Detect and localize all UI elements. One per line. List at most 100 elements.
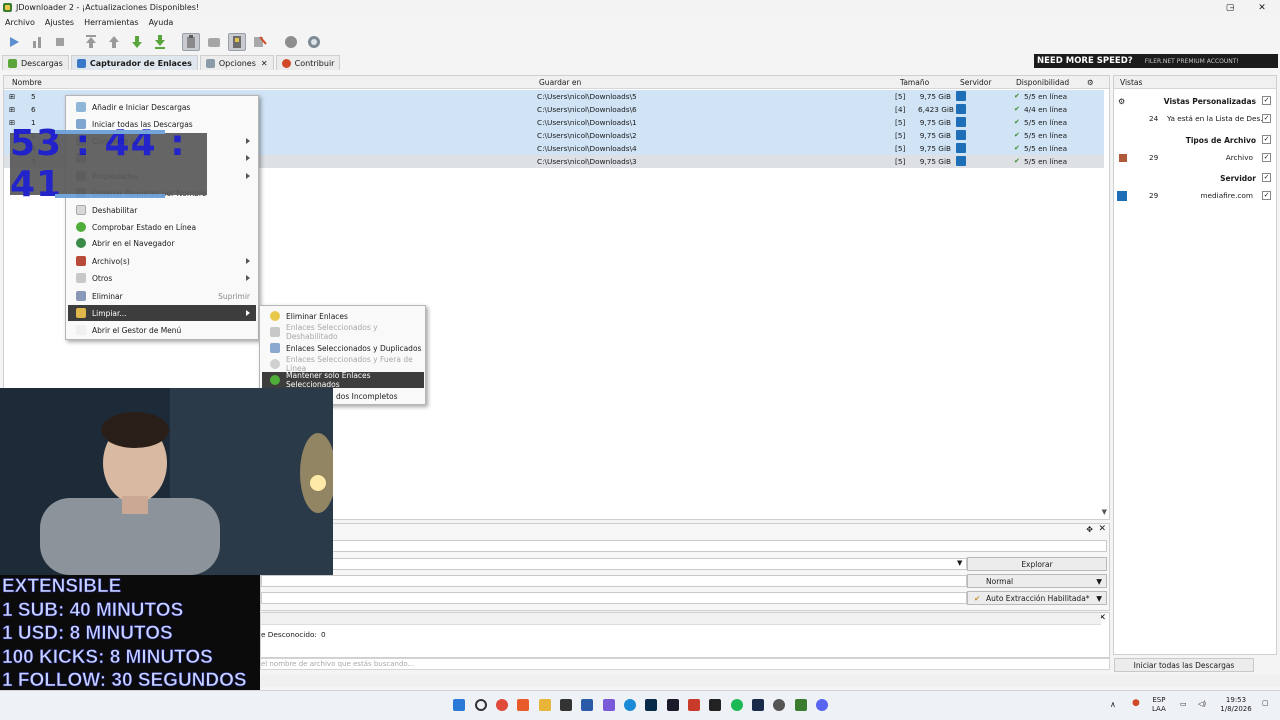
clock[interactable]: 19:53 1/8/2026: [1218, 696, 1254, 714]
col-name[interactable]: Nombre: [12, 78, 42, 87]
menu-ayuda[interactable]: Ayuda: [144, 18, 179, 27]
expand-icon[interactable]: ⊞: [9, 92, 15, 101]
menu-archivo[interactable]: Archivo: [0, 18, 40, 27]
close-button[interactable]: ✕: [1247, 0, 1277, 15]
clipboard-monitor-icon[interactable]: [182, 32, 200, 51]
menu-ajustes[interactable]: Ajustes: [40, 18, 79, 27]
terminal-icon[interactable]: [560, 699, 572, 711]
language-indicator[interactable]: ESP LAA: [1152, 696, 1166, 714]
search-icon[interactable]: [475, 699, 487, 711]
reconnect-icon[interactable]: [205, 33, 223, 51]
move-up-icon[interactable]: [105, 33, 123, 51]
col-size[interactable]: Tamaño: [900, 78, 929, 87]
close-tab-icon[interactable]: ✕: [261, 59, 268, 68]
priority-value: Normal: [986, 576, 1014, 586]
explore-button[interactable]: Explorar: [967, 557, 1107, 571]
notification-icon[interactable]: ▢: [1262, 699, 1269, 708]
network-icon[interactable]: ▭: [1180, 700, 1187, 709]
premium-icon[interactable]: [228, 32, 246, 51]
world-settings-icon[interactable]: [305, 33, 323, 51]
priority-select[interactable]: Normal ▼: [967, 574, 1107, 588]
tab-descargas[interactable]: Descargas: [2, 55, 69, 70]
discord-icon[interactable]: [816, 699, 828, 711]
windows-start-icon[interactable]: [453, 699, 465, 711]
silent-mode-icon[interactable]: [251, 33, 269, 51]
menu-check-online[interactable]: Comprobar Estado en Línea: [68, 219, 256, 235]
menu-delete[interactable]: Eliminar Suprimir: [68, 288, 256, 304]
goal-line: EXTENSIBLE: [2, 576, 122, 598]
menu-open-menu-manager[interactable]: Abrir el Gestor de Menú: [68, 322, 256, 338]
col-availability[interactable]: Disponibilidad: [1016, 78, 1069, 87]
stop-icon[interactable]: [51, 33, 69, 51]
explore-label: Explorar: [1021, 559, 1053, 569]
extract-select[interactable]: ✔ Auto Extracción Habilitada* ▼: [967, 591, 1107, 605]
comment-field[interactable]: [261, 575, 967, 587]
menu-others[interactable]: Otros: [68, 270, 256, 286]
filter-item[interactable]: 29 mediafire.com ✓: [1114, 190, 1276, 202]
microphone-icon[interactable]: ●: [1132, 699, 1140, 708]
filter-item[interactable]: 24 Ya está en la Lista de Des... ✓: [1114, 113, 1276, 125]
submenu-selected-offline[interactable]: Enlaces Seleccionados y Fuera de Línea: [262, 355, 424, 373]
chrome-icon[interactable]: [496, 699, 508, 711]
menu-clean[interactable]: Limpiar...: [68, 305, 256, 321]
submenu-selected-disabled[interactable]: Enlaces Seleccionados y Deshabilitado: [262, 323, 424, 341]
dropdown-arrow-icon[interactable]: ▼: [957, 559, 962, 567]
server-checkbox[interactable]: ✓: [1262, 173, 1271, 182]
remove-links-icon: [270, 311, 280, 321]
save-path: C:\Users\nicol\Downloads\5: [537, 92, 637, 101]
promo-banner[interactable]: NEED MORE SPEED? FILER.NET PREMIUM ACCOU…: [1034, 54, 1278, 68]
column-settings-icon[interactable]: ⚙: [1087, 78, 1094, 87]
app-icon[interactable]: [688, 699, 700, 711]
play-icon[interactable]: [5, 33, 23, 51]
file-explorer-icon[interactable]: [539, 699, 551, 711]
spotify-icon[interactable]: [731, 699, 743, 711]
filter-checkbox[interactable]: ✓: [1262, 191, 1271, 200]
file-types-checkbox[interactable]: ✓: [1262, 135, 1271, 144]
move-bottom-icon[interactable]: [151, 33, 169, 51]
close-panel-icon[interactable]: ✕: [1098, 524, 1106, 534]
menu-add-and-start[interactable]: Añadir e Iniciar Descargas: [68, 99, 256, 115]
pin-icon[interactable]: ✥: [1086, 525, 1093, 534]
jdownloader-taskbar-icon[interactable]: [795, 699, 807, 711]
steam-icon[interactable]: [752, 699, 764, 711]
save-to-field[interactable]: [261, 558, 967, 570]
filter-checkbox[interactable]: ✓: [1262, 114, 1271, 123]
edge-icon[interactable]: [624, 699, 636, 711]
availability: 4/4 en línea: [1024, 105, 1068, 114]
volume-icon[interactable]: ◁): [1198, 700, 1206, 709]
move-top-icon[interactable]: [82, 33, 100, 51]
obs-icon[interactable]: [773, 699, 785, 711]
scroll-down-icon[interactable]: ▼: [1102, 508, 1107, 516]
col-server[interactable]: Servidor: [960, 78, 991, 87]
tab-capturador[interactable]: Capturador de Enlaces: [70, 55, 198, 70]
brave-icon[interactable]: [517, 699, 529, 711]
start-all-button[interactable]: Iniciar todas las Descargas: [1114, 658, 1254, 672]
pause-icon[interactable]: [28, 33, 46, 51]
chevron-up-icon[interactable]: ∧: [1110, 700, 1116, 709]
col-save-to[interactable]: Guardar en: [539, 78, 581, 87]
tab-opciones[interactable]: Opciones ✕: [199, 55, 274, 70]
copilot-icon[interactable]: [603, 699, 615, 711]
photoshop-icon[interactable]: [645, 699, 657, 711]
capcut-icon[interactable]: [709, 699, 721, 711]
move-down-icon[interactable]: [128, 33, 146, 51]
package-name-field[interactable]: [261, 540, 1107, 552]
expand-icon[interactable]: ⊞: [9, 105, 15, 114]
search-bar[interactable]: el nombre de archivo que estás buscando.…: [260, 658, 1110, 670]
password-field[interactable]: [261, 592, 967, 604]
premiere-icon[interactable]: [667, 699, 679, 711]
filter-checkbox[interactable]: ✓: [1262, 153, 1271, 162]
update-icon[interactable]: [282, 33, 300, 51]
maximize-button[interactable]: ▢: [1215, 0, 1245, 15]
menu-herramientas[interactable]: Herramientas: [79, 18, 144, 27]
others-icon: [76, 273, 86, 283]
submenu-selected-duplicates[interactable]: Enlaces Seleccionados y Duplicados: [262, 340, 424, 356]
menu-open-browser[interactable]: Abrir en el Navegador: [68, 235, 256, 251]
menu-files[interactable]: Archivo(s): [68, 253, 256, 269]
submenu-keep-selected[interactable]: Mantener solo Enlaces Seleccionados: [262, 371, 424, 389]
tab-contribuir[interactable]: Contribuir: [275, 55, 341, 70]
custom-views-checkbox[interactable]: ✓: [1262, 96, 1271, 105]
filter-item[interactable]: 29 Archivo ✓: [1114, 152, 1276, 164]
word-icon[interactable]: [581, 699, 593, 711]
submenu-remove-links[interactable]: Eliminar Enlaces: [262, 308, 424, 324]
